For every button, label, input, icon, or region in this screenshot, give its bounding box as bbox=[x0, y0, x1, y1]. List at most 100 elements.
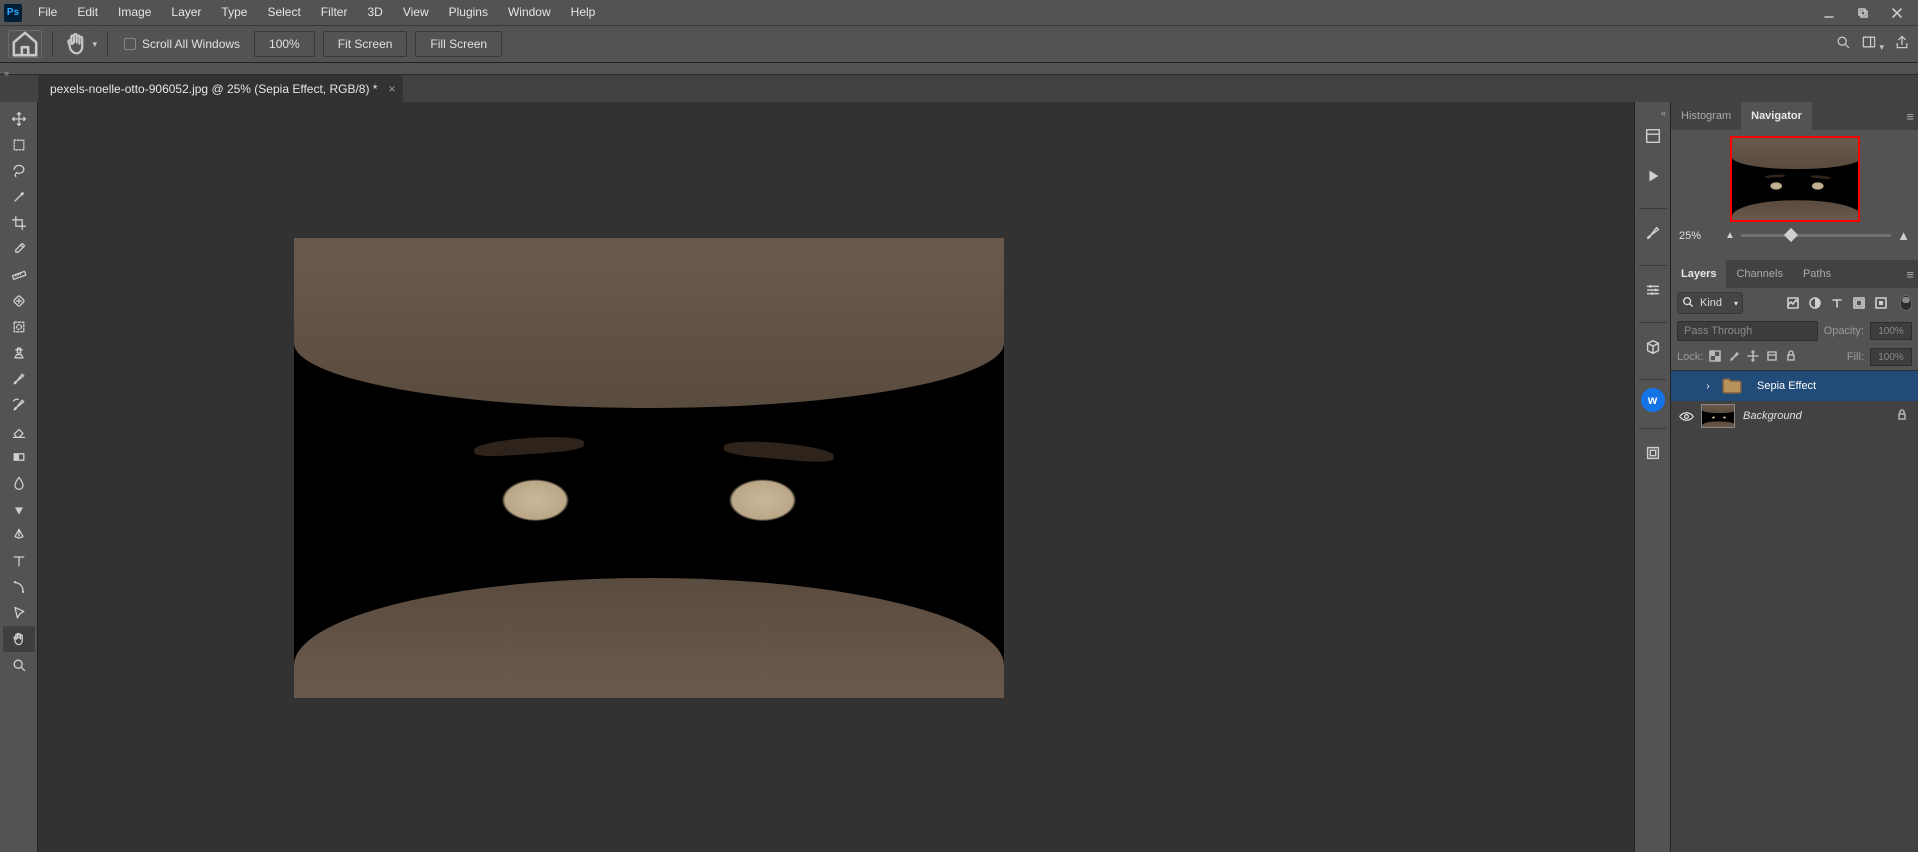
filter-adjustment-icon[interactable] bbox=[1808, 296, 1822, 310]
tab-histogram[interactable]: Histogram bbox=[1671, 102, 1741, 130]
group-expand-icon[interactable]: › bbox=[1701, 381, 1715, 392]
eraser-tool[interactable] bbox=[3, 418, 35, 444]
frame-tool[interactable] bbox=[3, 314, 35, 340]
layer-filter-toggle[interactable] bbox=[1900, 295, 1912, 311]
fill-value[interactable]: 100% bbox=[1870, 348, 1912, 366]
healing-brush-tool[interactable] bbox=[3, 288, 35, 314]
navigator-zoom-value[interactable]: 25% bbox=[1679, 230, 1719, 242]
type-tool[interactable] bbox=[3, 548, 35, 574]
tab-layers[interactable]: Layers bbox=[1671, 260, 1726, 288]
layer-name[interactable]: Background bbox=[1743, 410, 1896, 422]
lasso-tool[interactable] bbox=[3, 158, 35, 184]
menu-edit[interactable]: Edit bbox=[67, 0, 108, 25]
home-button[interactable] bbox=[8, 30, 42, 58]
path-selection-tool[interactable] bbox=[3, 574, 35, 600]
libraries-panel-icon[interactable] bbox=[1637, 437, 1669, 469]
properties-panel-icon[interactable] bbox=[1637, 274, 1669, 306]
layer-visibility-toggle[interactable] bbox=[1671, 409, 1701, 424]
history-brush-tool[interactable] bbox=[3, 392, 35, 418]
panel-menu-icon[interactable]: ≡ bbox=[1906, 267, 1914, 282]
fit-screen-button[interactable]: Fit Screen bbox=[323, 31, 408, 57]
zoom-out-icon[interactable]: ▲ bbox=[1725, 230, 1735, 241]
current-tool-hand-icon[interactable]: ▾ bbox=[63, 30, 97, 58]
navigator-thumbnail[interactable] bbox=[1730, 136, 1860, 222]
menu-layer[interactable]: Layer bbox=[161, 0, 211, 25]
document-tab[interactable]: pexels-noelle-otto-906052.jpg @ 25% (Sep… bbox=[38, 75, 403, 102]
tab-paths[interactable]: Paths bbox=[1793, 260, 1841, 288]
document-canvas[interactable] bbox=[294, 238, 1004, 698]
tab-navigator[interactable]: Navigator bbox=[1741, 102, 1812, 130]
gradient-tool[interactable] bbox=[3, 444, 35, 470]
menu-file[interactable]: File bbox=[28, 0, 67, 25]
opacity-value[interactable]: 100% bbox=[1870, 322, 1912, 340]
lock-icon[interactable] bbox=[1896, 409, 1918, 424]
menu-window[interactable]: Window bbox=[498, 0, 561, 25]
lock-position-icon[interactable] bbox=[1747, 350, 1759, 365]
marquee-tool[interactable] bbox=[3, 132, 35, 158]
hand-tool[interactable] bbox=[3, 626, 35, 652]
filter-smartobject-icon[interactable] bbox=[1874, 296, 1888, 310]
layer-group-sepia-effect[interactable]: › Sepia Effect bbox=[1671, 371, 1918, 401]
tab-channels[interactable]: Channels bbox=[1726, 260, 1792, 288]
scroll-all-windows-checkbox[interactable]: Scroll All Windows bbox=[118, 37, 246, 51]
ruler-tool[interactable] bbox=[3, 262, 35, 288]
chevron-down-icon[interactable]: ▾ bbox=[92, 39, 97, 50]
expand-toolbar-icon[interactable]: » bbox=[0, 68, 9, 78]
workspace-switcher-icon[interactable]: ▾ bbox=[1861, 34, 1884, 55]
divider bbox=[107, 31, 108, 57]
share-icon[interactable] bbox=[1894, 34, 1910, 55]
zoom-value-button[interactable]: 100% bbox=[254, 31, 315, 57]
zoom-tool[interactable] bbox=[3, 652, 35, 678]
filter-type-icon[interactable] bbox=[1830, 296, 1844, 310]
zoom-in-icon[interactable]: ▲ bbox=[1897, 228, 1910, 243]
play-panel-icon[interactable] bbox=[1637, 160, 1669, 192]
layer-background[interactable]: Background bbox=[1671, 401, 1918, 431]
direct-selection-tool[interactable] bbox=[3, 600, 35, 626]
3d-panel-icon[interactable] bbox=[1637, 331, 1669, 363]
blend-mode-select[interactable]: Pass Through bbox=[1677, 321, 1818, 341]
checkbox-icon[interactable] bbox=[124, 38, 136, 50]
lock-image-icon[interactable] bbox=[1728, 350, 1740, 365]
menu-plugins[interactable]: Plugins bbox=[439, 0, 498, 25]
menu-3d[interactable]: 3D bbox=[357, 0, 392, 25]
panel-menu-icon[interactable]: ≡ bbox=[1906, 109, 1914, 124]
crop-tool[interactable] bbox=[3, 210, 35, 236]
canvas-area[interactable] bbox=[38, 102, 1634, 852]
clone-stamp-tool[interactable] bbox=[3, 340, 35, 366]
close-tab-icon[interactable]: × bbox=[388, 82, 395, 96]
pen-tool[interactable] bbox=[3, 522, 35, 548]
web-panel-icon[interactable]: w bbox=[1641, 388, 1665, 412]
lock-artboard-icon[interactable] bbox=[1766, 350, 1778, 365]
move-tool[interactable] bbox=[3, 106, 35, 132]
eyedropper-tool[interactable] bbox=[3, 236, 35, 262]
lock-transparency-icon[interactable] bbox=[1709, 350, 1721, 365]
menu-select[interactable]: Select bbox=[257, 0, 310, 25]
layer-name[interactable]: Sepia Effect bbox=[1757, 380, 1918, 392]
search-icon[interactable] bbox=[1835, 34, 1851, 55]
dodge-tool[interactable] bbox=[3, 496, 35, 522]
magic-wand-tool[interactable] bbox=[3, 184, 35, 210]
expand-panels-icon[interactable]: « bbox=[1661, 108, 1670, 120]
navigator-zoom-slider[interactable] bbox=[1741, 234, 1891, 237]
actions-panel-icon[interactable] bbox=[1637, 120, 1669, 152]
menu-view[interactable]: View bbox=[393, 0, 439, 25]
lock-all-icon[interactable] bbox=[1785, 350, 1797, 365]
opacity-label: Opacity: bbox=[1824, 325, 1864, 337]
menu-type[interactable]: Type bbox=[211, 0, 257, 25]
menu-image[interactable]: Image bbox=[108, 0, 161, 25]
blur-tool[interactable] bbox=[3, 470, 35, 496]
layer-thumbnail[interactable] bbox=[1701, 404, 1735, 428]
chevron-down-icon: ▾ bbox=[1734, 299, 1738, 308]
maximize-button[interactable] bbox=[1846, 0, 1880, 25]
fill-screen-button[interactable]: Fill Screen bbox=[415, 31, 502, 57]
menu-filter[interactable]: Filter bbox=[311, 0, 358, 25]
minimize-button[interactable] bbox=[1812, 0, 1846, 25]
close-button[interactable] bbox=[1880, 0, 1914, 25]
brush-tool[interactable] bbox=[3, 366, 35, 392]
brushes-panel-icon[interactable] bbox=[1637, 217, 1669, 249]
layer-filter-kind-select[interactable]: Kind ▾ bbox=[1677, 292, 1743, 314]
filter-shape-icon[interactable] bbox=[1852, 296, 1866, 310]
menu-help[interactable]: Help bbox=[561, 0, 606, 25]
collapsed-panels-strip: « w bbox=[1634, 102, 1670, 852]
filter-pixel-icon[interactable] bbox=[1786, 296, 1800, 310]
